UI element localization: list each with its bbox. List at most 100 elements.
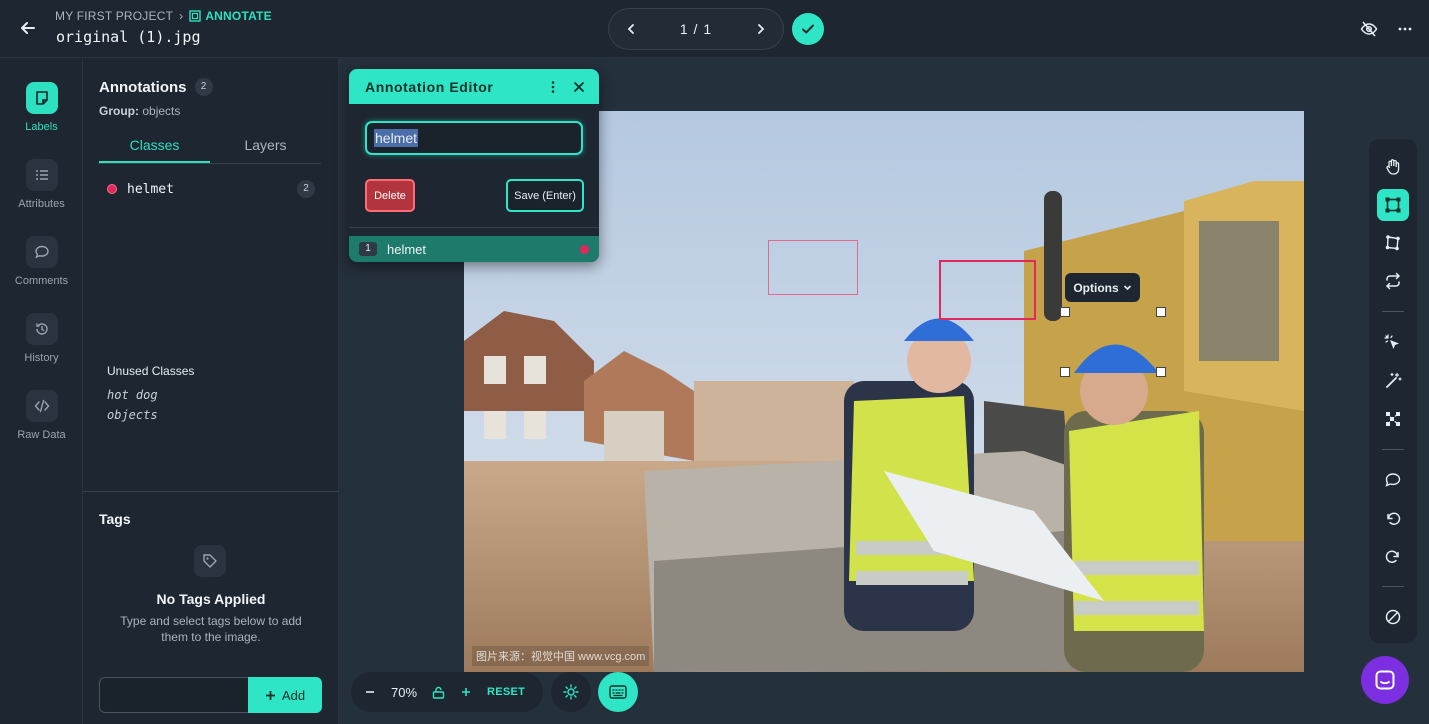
- rail-item-comments[interactable]: Comments: [0, 236, 83, 287]
- smart-cursor-icon: [1384, 334, 1399, 349]
- delete-button[interactable]: Delete: [365, 179, 415, 212]
- repeat-icon: [1385, 272, 1401, 290]
- magic-wand-tool[interactable]: [1377, 365, 1409, 397]
- class-suggestion-row[interactable]: 1 helmet: [349, 236, 599, 262]
- unused-classes-title: Unused Classes: [107, 364, 195, 378]
- image-pager: 1 / 1: [608, 8, 784, 50]
- class-color-dot: [107, 184, 117, 194]
- toolbar-divider: [1382, 449, 1404, 450]
- tag-input[interactable]: [99, 677, 249, 713]
- resize-handle[interactable]: [1156, 307, 1166, 317]
- class-count-badge: 2: [297, 180, 315, 198]
- rail-label: Attributes: [18, 198, 65, 210]
- helmet-bbox[interactable]: [768, 240, 858, 295]
- hand-icon: [1386, 159, 1400, 175]
- clear-annotations-button[interactable]: [1377, 601, 1409, 633]
- eye-off-icon[interactable]: [1360, 20, 1378, 38]
- rail-item-history[interactable]: History: [0, 313, 83, 364]
- no-symbol-icon: [1385, 609, 1401, 625]
- top-bar: MY FIRST PROJECT › ANNOTATE original (1)…: [0, 0, 1429, 58]
- comment-tool[interactable]: [1377, 464, 1409, 496]
- panel-tabs: Classes Layers: [99, 130, 321, 164]
- redo-button[interactable]: [1377, 540, 1409, 572]
- polygon-tool[interactable]: [1377, 227, 1409, 259]
- annotations-title: Annotations 2: [99, 78, 213, 96]
- tags-section: Tags No Tags Applied Type and select tag…: [83, 491, 339, 724]
- convert-tool[interactable]: [1377, 265, 1409, 297]
- smart-select-tool[interactable]: [1377, 327, 1409, 359]
- plus-icon: [265, 690, 275, 700]
- lock-open-icon[interactable]: [431, 685, 445, 699]
- check-icon: [802, 24, 814, 34]
- zoom-out-button[interactable]: [363, 685, 377, 699]
- brightness-button[interactable]: [551, 672, 591, 712]
- resize-handle[interactable]: [1060, 367, 1070, 377]
- history-icon: [25, 313, 58, 345]
- rail-label: History: [24, 352, 59, 364]
- pan-hand-tool[interactable]: [1377, 151, 1409, 183]
- breadcrumb-project[interactable]: MY FIRST PROJECT: [55, 9, 173, 23]
- chat-icon: [1375, 670, 1395, 690]
- pager-text: 1 / 1: [679, 21, 713, 37]
- rail-item-attributes[interactable]: Attributes: [0, 159, 83, 210]
- resize-handle[interactable]: [1060, 307, 1070, 317]
- tab-layers[interactable]: Layers: [210, 130, 321, 163]
- close-icon[interactable]: [571, 79, 587, 95]
- resize-handle[interactable]: [1156, 367, 1166, 377]
- complete-check-button[interactable]: [792, 13, 824, 45]
- unused-class-item[interactable]: hot dog: [107, 388, 158, 402]
- chevron-down-icon: [1123, 285, 1131, 291]
- zoom-reset-button[interactable]: RESET: [487, 686, 525, 698]
- unused-class-item[interactable]: objects: [107, 408, 158, 422]
- zoom-level: 70%: [391, 684, 418, 700]
- undo-button[interactable]: [1377, 502, 1409, 534]
- helmet-bbox-selected[interactable]: [939, 260, 1036, 320]
- support-chat-button[interactable]: [1361, 656, 1409, 704]
- breadcrumb-mode: ANNOTATE: [189, 9, 272, 23]
- rail-item-labels[interactable]: Labels: [0, 82, 83, 133]
- group-line: Group: objects: [99, 104, 181, 118]
- tags-title: Tags: [99, 511, 131, 527]
- redo-icon: [1385, 550, 1399, 563]
- bounding-box-icon: [1385, 197, 1401, 213]
- next-image-button[interactable]: [753, 21, 769, 37]
- tag-outline-icon: [194, 545, 226, 577]
- back-arrow-icon[interactable]: [18, 18, 38, 38]
- polygon-icon: [1385, 235, 1400, 251]
- no-tags-title: No Tags Applied: [156, 591, 266, 607]
- list-icon: [25, 159, 58, 191]
- class-color-dot: [580, 244, 589, 254]
- keypoints-icon: [1386, 412, 1400, 426]
- tab-classes[interactable]: Classes: [99, 130, 210, 163]
- sun-icon: [563, 684, 579, 700]
- no-tags-description: Type and select tags below to add them t…: [120, 614, 302, 644]
- add-tag-button[interactable]: Add: [248, 677, 322, 713]
- more-horizontal-icon[interactable]: [1396, 20, 1414, 38]
- class-name: helmet: [127, 181, 174, 197]
- editor-header[interactable]: Annotation Editor: [349, 69, 599, 104]
- class-row-helmet[interactable]: helmet 2: [107, 180, 315, 198]
- image-watermark: 图片来源：视觉中国 www.vcg.com: [472, 646, 650, 666]
- class-name-input[interactable]: helmet: [365, 121, 583, 155]
- keyboard-icon: [609, 685, 627, 699]
- rail-label: Labels: [25, 121, 58, 133]
- zoom-in-button[interactable]: [459, 685, 473, 699]
- keypoint-tool[interactable]: [1377, 403, 1409, 435]
- save-button[interactable]: Save (Enter): [506, 179, 584, 212]
- tool-palette: [1369, 139, 1417, 643]
- annotation-editor: Annotation Editor helmet Delete Save (En…: [349, 69, 599, 262]
- left-nav-rail: Labels Attributes Comments History Raw D…: [0, 58, 83, 724]
- keyboard-shortcuts-button[interactable]: [598, 672, 638, 712]
- rail-item-raw-data[interactable]: Raw Data: [0, 390, 83, 441]
- suggestion-label: helmet: [387, 241, 427, 257]
- bbox-options-button[interactable]: Options: [1065, 273, 1140, 302]
- rail-label: Raw Data: [17, 429, 66, 441]
- tag-icon: [25, 82, 58, 114]
- more-vertical-icon[interactable]: [545, 79, 561, 95]
- toolbar-divider: [1382, 586, 1404, 587]
- prev-image-button[interactable]: [623, 21, 639, 37]
- bounding-box-tool[interactable]: [1377, 189, 1409, 221]
- undo-icon: [1387, 512, 1401, 525]
- rail-label: Comments: [14, 275, 69, 287]
- zoom-controls: 70% RESET: [351, 672, 543, 712]
